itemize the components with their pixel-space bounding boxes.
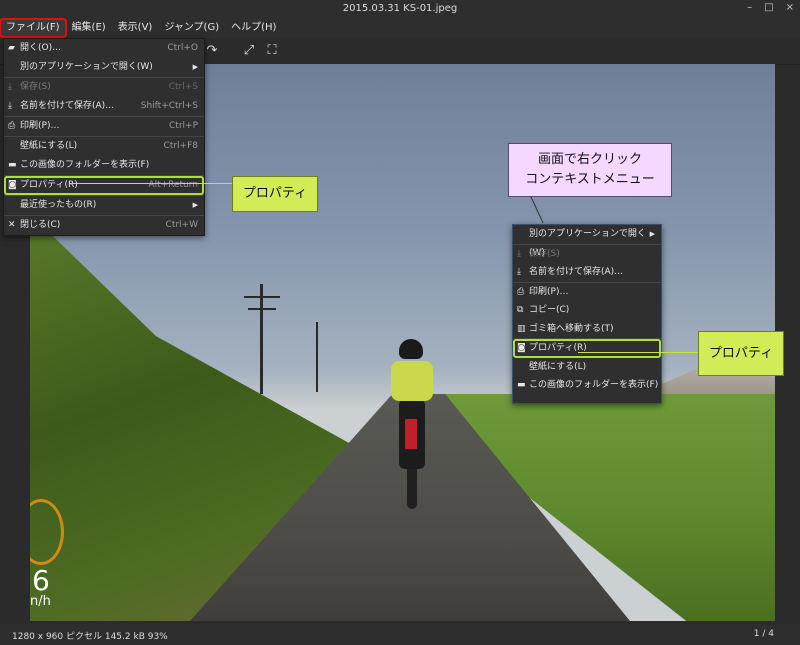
annotation-bubble: 画面で右クリック コンテキストメニュー (508, 143, 672, 197)
ctx-item-trash[interactable]: ▥ ゴミ箱へ移動する(T) (513, 320, 661, 339)
page-indicator: 1 / 4 (753, 629, 774, 639)
submenu-arrow-icon: ▶ (192, 63, 198, 71)
ctx-item-print[interactable]: ⎙ 印刷(P)… (513, 283, 661, 302)
close-window-button[interactable]: × (786, 2, 794, 13)
image-info: 1280 x 960 ピクセル 145.2 kB 93% (12, 632, 168, 642)
callout-connector (70, 183, 232, 184)
folder-open-icon: ▰ (8, 43, 15, 53)
menu-item-open-with[interactable]: 別のアプリケーションで開く(W) ▶ (4, 58, 204, 77)
ctx-item-show-folder[interactable]: ▬ この画像のフォルダーを表示(F) (513, 376, 661, 395)
ctx-item-properties[interactable]: ◙ プロパティ(R) (513, 339, 661, 358)
submenu-arrow-icon: ▶ (649, 230, 655, 238)
menu-file[interactable]: ファイル(F) (0, 18, 67, 38)
maximize-button[interactable]: □ (764, 2, 773, 13)
save-as-icon: ⤓ (8, 101, 12, 111)
menu-item-show-folder[interactable]: ▬ この画像のフォルダーを表示(F) (4, 156, 204, 175)
save-as-icon: ⤓ (517, 267, 521, 277)
bubble-line-1: 画面で右クリック (537, 152, 642, 167)
save-icon: ⤓ (8, 82, 12, 92)
close-icon: ✕ (8, 220, 16, 230)
menu-go[interactable]: ジャンプ(G) (158, 19, 225, 37)
ctx-item-wallpaper[interactable]: 壁紙にする(L) (513, 358, 661, 377)
menu-item-save: ⤓ 保存(S) Ctrl+S (4, 78, 204, 97)
menu-item-close[interactable]: ✕ 閉じる(C) Ctrl+W (4, 216, 204, 235)
ctx-item-save: ⤓ 保存(S) (513, 245, 661, 264)
utility-pole (316, 322, 318, 392)
context-menu: 別のアプリケーションで開く(W) ▶ ⤓ 保存(S) ⤓ 名前を付けて保存(A)… (512, 224, 662, 404)
window-title: 2015.03.31 KS-01.jpeg (342, 3, 458, 14)
callout-file-menu-properties: プロパティ (232, 176, 318, 212)
properties-icon: ◙ (517, 343, 526, 353)
menu-item-open[interactable]: ▰ 開く(O)… Ctrl+O (4, 39, 204, 58)
printer-icon: ⎙ (517, 286, 525, 297)
save-icon: ⤓ (517, 248, 521, 259)
menu-item-save-as[interactable]: ⤓ 名前を付けて保存(A)… Shift+Ctrl+S (4, 97, 204, 116)
speed-value: 6 (32, 564, 50, 597)
menu-item-recent[interactable]: 最近使ったもの(R) ▶ (4, 196, 204, 215)
callout-connector (578, 352, 698, 353)
ctx-item-copy[interactable]: ⧉ コピー(C) (513, 301, 661, 320)
folder-icon: ▬ (8, 160, 17, 170)
cyclist (385, 339, 455, 514)
minimize-button[interactable]: – (747, 2, 752, 13)
menu-item-print[interactable]: ⎙ 印刷(P)… Ctrl+P (4, 117, 204, 136)
rotate-right-icon[interactable]: ↷ (203, 42, 221, 60)
menu-edit[interactable]: 編集(E) (66, 19, 112, 37)
slideshow-icon[interactable]: ⛶ (263, 42, 281, 60)
submenu-arrow-icon: ▶ (192, 201, 198, 209)
printer-icon: ⎙ (8, 121, 16, 131)
trash-icon: ▥ (517, 323, 526, 334)
bubble-line-2: コンテキストメニュー (525, 172, 655, 187)
callout-context-menu-properties: プロパティ (698, 331, 784, 376)
menu-help[interactable]: ヘルプ(H) (225, 19, 282, 37)
copy-icon: ⧉ (517, 305, 524, 315)
speed-unit: n/h (30, 594, 51, 609)
fullscreen-icon[interactable]: ⤢ (240, 42, 258, 60)
properties-icon: ◙ (8, 180, 17, 190)
title-bar: 2015.03.31 KS-01.jpeg – □ × (0, 0, 800, 18)
utility-pole-arm (248, 308, 276, 310)
status-bar: 1280 x 960 ピクセル 145.2 kB 93% 1 / 4 (0, 624, 800, 645)
menu-view[interactable]: 表示(V) (112, 19, 159, 37)
menu-bar: ファイル(F) 編集(E) 表示(V) ジャンプ(G) ヘルプ(H) (0, 18, 800, 38)
ctx-item-open-with[interactable]: 別のアプリケーションで開く(W) ▶ (513, 225, 661, 258)
utility-pole (260, 284, 263, 394)
ctx-item-save-as[interactable]: ⤓ 名前を付けて保存(A)… (513, 263, 661, 282)
folder-icon: ▬ (517, 380, 526, 390)
file-menu: ▰ 開く(O)… Ctrl+O 別のアプリケーションで開く(W) ▶ ⤓ 保存(… (3, 38, 205, 236)
menu-item-wallpaper[interactable]: 壁紙にする(L) Ctrl+F8 (4, 137, 204, 156)
utility-pole-arm (244, 296, 280, 298)
menu-item-properties[interactable]: ◙ プロパティ(R) Alt+Return (4, 176, 204, 195)
